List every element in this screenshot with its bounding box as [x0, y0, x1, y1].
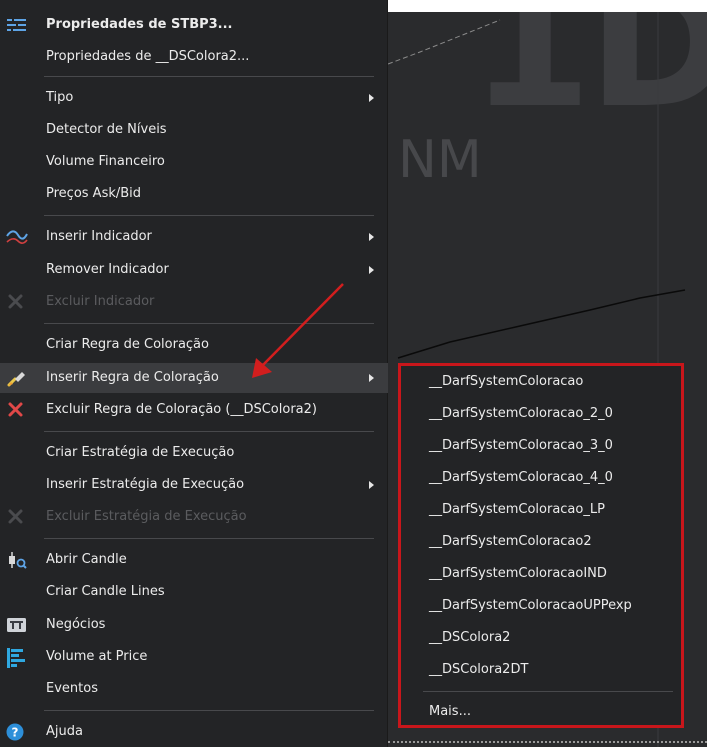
- submenu-arrow-icon: [369, 481, 374, 489]
- menu-item-insert-coloring-rule[interactable]: Inserir Regra de Coloração: [0, 363, 388, 393]
- dotted-price-line: [388, 741, 707, 743]
- menu-item-delete-execution-strategy: Excluir Estratégia de Execução: [0, 502, 388, 532]
- menu-item-delete-indicator: Excluir Indicador: [0, 287, 388, 317]
- menu-separator: [44, 431, 374, 432]
- paint-brush-icon: [6, 369, 26, 387]
- submenu-item-coloring-rule[interactable]: __DSColora2: [401, 622, 681, 654]
- delete-x-icon: [6, 508, 26, 526]
- menu-item-label: Inserir Indicador: [46, 229, 152, 244]
- menu-separator: [44, 76, 374, 77]
- submenu-arrow-icon: [369, 94, 374, 102]
- menu-item-label: Tipo: [46, 90, 74, 105]
- menu-item-label: Criar Estratégia de Execução: [46, 445, 235, 460]
- menu-separator: [44, 323, 374, 324]
- menu-item-label: Propriedades de STBP3...: [46, 17, 233, 32]
- menu-separator: [44, 215, 374, 216]
- menu-item-ask-bid-prices[interactable]: Preços Ask/Bid: [0, 179, 388, 209]
- menu-item-insert-execution-strategy[interactable]: Inserir Estratégia de Execução: [0, 470, 388, 500]
- submenu-item-coloring-rule[interactable]: __DarfSystemColoracao2: [401, 526, 681, 558]
- context-menu: Propriedades de STBP3... Propriedades de…: [0, 0, 388, 747]
- menu-item-label: Eventos: [46, 681, 98, 696]
- properties-icon: [6, 16, 26, 34]
- candle-icon: [6, 551, 27, 569]
- dashed-trend-line: [387, 19, 501, 65]
- menu-item-financial-volume[interactable]: Volume Financeiro: [0, 147, 388, 177]
- menu-item-open-candle[interactable]: Abrir Candle: [0, 545, 388, 575]
- submenu-item-coloring-rule[interactable]: __DarfSystemColoracao_3_0: [401, 430, 681, 462]
- menu-item-label: Inserir Estratégia de Execução: [46, 477, 245, 492]
- svg-text:?: ?: [12, 726, 19, 740]
- coloring-rules-submenu: __DarfSystemColoracao __DarfSystemColora…: [398, 363, 684, 728]
- menu-item-events[interactable]: Eventos: [0, 674, 388, 704]
- submenu-item-coloring-rule[interactable]: __DarfSystemColoracaoUPPexp: [401, 590, 681, 622]
- menu-separator: [44, 538, 374, 539]
- delete-x-icon: [6, 293, 26, 311]
- menu-item-remove-indicator[interactable]: Remover Indicador: [0, 255, 388, 285]
- menu-item-label: Ajuda: [46, 724, 83, 739]
- menu-item-level-detector[interactable]: Detector de Níveis: [0, 115, 388, 145]
- trades-icon: [6, 616, 26, 634]
- menu-item-label: Abrir Candle: [46, 552, 127, 567]
- submenu-item-coloring-rule[interactable]: __DSColora2DT: [401, 654, 681, 686]
- menu-item-help[interactable]: ? Ajuda: [0, 717, 388, 747]
- menu-item-label: Excluir Estratégia de Execução: [46, 509, 247, 524]
- menu-item-label: Criar Candle Lines: [46, 584, 165, 599]
- submenu-arrow-icon: [369, 266, 374, 274]
- menu-item-volume-at-price[interactable]: Volume at Price: [0, 642, 388, 672]
- submenu-item-more[interactable]: Mais...: [401, 696, 681, 728]
- menu-separator: [44, 710, 374, 711]
- menu-item-create-execution-strategy[interactable]: Criar Estratégia de Execução: [0, 438, 388, 468]
- menu-item-label: Excluir Indicador: [46, 294, 155, 309]
- menu-item-label: Criar Regra de Coloração: [46, 337, 209, 352]
- submenu-item-coloring-rule[interactable]: __DarfSystemColoracao_LP: [401, 494, 681, 526]
- price-line: [397, 289, 686, 359]
- menu-item-delete-coloring-rule[interactable]: Excluir Regra de Coloração (__DSColora2): [0, 395, 388, 425]
- menu-item-tipo[interactable]: Tipo: [0, 83, 388, 113]
- menu-item-label: Volume at Price: [46, 649, 148, 664]
- menu-item-create-candle-lines[interactable]: Criar Candle Lines: [0, 577, 388, 607]
- menu-item-properties-coloring[interactable]: Propriedades de __DSColora2...: [0, 42, 388, 72]
- menu-item-label: Preços Ask/Bid: [46, 186, 142, 201]
- menu-item-create-coloring-rule[interactable]: Criar Regra de Coloração: [0, 330, 388, 360]
- indicator-wave-icon: [6, 228, 28, 246]
- submenu-item-coloring-rule[interactable]: __DarfSystemColoracao: [401, 366, 681, 398]
- menu-item-properties-asset[interactable]: Propriedades de STBP3...: [0, 10, 388, 40]
- help-icon: ?: [6, 723, 26, 741]
- menu-item-label: Propriedades de __DSColora2...: [46, 49, 250, 64]
- delete-x-icon: [6, 401, 26, 419]
- menu-item-label: Volume Financeiro: [46, 154, 165, 169]
- submenu-arrow-icon: [369, 233, 374, 241]
- volume-at-price-icon: [6, 648, 26, 668]
- submenu-item-coloring-rule[interactable]: __DarfSystemColoracaoIND: [401, 558, 681, 590]
- submenu-arrow-icon: [369, 374, 374, 382]
- submenu-item-coloring-rule[interactable]: __DarfSystemColoracao_4_0: [401, 462, 681, 494]
- menu-item-label: Inserir Regra de Coloração: [46, 370, 219, 385]
- menu-item-trades[interactable]: Negócios: [0, 610, 388, 640]
- submenu-item-coloring-rule[interactable]: __DarfSystemColoracao_2_0: [401, 398, 681, 430]
- menu-item-label: Remover Indicador: [46, 262, 169, 277]
- submenu-separator: [423, 691, 673, 692]
- menu-item-label: Detector de Níveis: [46, 122, 167, 137]
- menu-item-insert-indicator[interactable]: Inserir Indicador: [0, 222, 388, 252]
- menu-item-label: Negócios: [46, 617, 106, 632]
- menu-item-label: Excluir Regra de Coloração (__DSColora2): [46, 402, 317, 417]
